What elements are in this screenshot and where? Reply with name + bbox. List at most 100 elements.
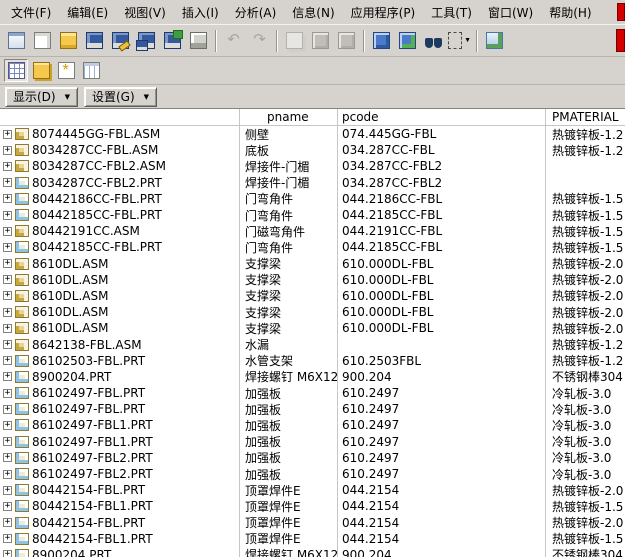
pmaterial-cell: 热镀锌板-2.0 (545, 271, 625, 288)
pname-cell: 门弯角件 (245, 208, 294, 223)
menu-edit[interactable]: 编辑(E) (59, 1, 116, 24)
favorites-button[interactable] (54, 59, 78, 82)
repaint-button[interactable] (482, 28, 507, 53)
model-tree-row[interactable]: +80442154-FBL.PRT 顶罩焊件E 044.2154 热镀锌板-2.0 (0, 482, 625, 499)
model-tree-row[interactable]: +80442186CC-FBL.PRT 门弯角件 044.2186CC-FBL 热镀锌… (0, 190, 625, 207)
expand-plus-icon[interactable]: + (3, 453, 12, 463)
pmaterial-cell: 不锈钢棒304 (545, 546, 625, 557)
expand-plus-icon[interactable]: + (3, 340, 12, 350)
expand-plus-icon[interactable]: + (3, 404, 12, 414)
menu-analysis[interactable]: 分析(A) (227, 1, 285, 24)
expand-plus-icon[interactable]: + (3, 372, 12, 382)
model-tree-row[interactable]: +80442185CC-FBL.PRT 门弯角件 044.2185CC-FBL 热镀锌… (0, 206, 625, 224)
menu-applications[interactable]: 应用程序(P) (343, 1, 424, 24)
model-tree-row[interactable]: +80442185CC-FBL.PRT 门弯角件 044.2185CC-FBL 热镀锌… (0, 239, 625, 256)
expand-plus-icon[interactable]: + (3, 420, 12, 430)
model-tree-row[interactable]: +86102497-FBL1.PRT 加强板 610.2497 冷轧板-3.0 (0, 417, 625, 434)
model-tree-row[interactable]: +80442154-FBL1.PRT 顶罩焊件E 044.2154 热镀锌板-1.5 (0, 498, 625, 515)
model-tree-row[interactable]: +8610DL.ASM 支撑梁 610.000DL-FBL 热镀锌板-2.0 (0, 320, 625, 337)
backup-button[interactable] (134, 28, 159, 53)
new-file-button[interactable] (30, 28, 55, 53)
pname-cell: 加强板 (245, 435, 282, 450)
expand-plus-icon[interactable]: + (3, 145, 12, 155)
redo-button[interactable]: ↷ (247, 28, 272, 53)
model-tree-row[interactable]: +86102497-FBL1.PRT 加强板 610.2497 冷轧板-3.0 (0, 433, 625, 450)
model-tree-row[interactable]: +8900204.PRT 焊接螺钉 M6X12 900.204 不锈钢棒304 (0, 368, 625, 385)
model-tree-row[interactable]: +8074445GG-FBL.ASM 侧壁 074.445GG-FBL 热镀锌板-1.… (0, 126, 625, 143)
expand-plus-icon[interactable]: + (3, 291, 12, 301)
menu-insert[interactable]: 插入(I) (174, 1, 227, 24)
expand-plus-icon[interactable]: + (3, 437, 12, 447)
model-tree-row[interactable]: +86102497-FBL.PRT 加强板 610.2497 冷轧板-3.0 (0, 401, 625, 418)
print-button[interactable] (186, 28, 211, 53)
expand-plus-icon[interactable]: + (3, 129, 12, 139)
model-tree-row[interactable]: +86102503-FBL.PRT 水管支架 610.2503FBL 热镀锌板-1.2 (0, 352, 625, 369)
expand-plus-icon[interactable]: + (3, 226, 12, 236)
model-tree-row[interactable]: +8610DL.ASM 支撑梁 610.000DL-FBL 热镀锌板-2.0 (0, 287, 625, 305)
show-dropdown-button[interactable]: 显示(D) ▼ (5, 86, 78, 107)
model-tree-row[interactable]: +8034287CC-FBL.ASM 底板 034.287CC-FBL 热镀锌板-1.… (0, 142, 625, 159)
save-as-button[interactable] (108, 28, 133, 53)
expand-plus-icon[interactable]: + (3, 550, 12, 557)
column-header-pcode[interactable]: pcode (337, 109, 545, 125)
expand-plus-icon[interactable]: + (3, 534, 12, 544)
model-tree-row[interactable]: +8610DL.ASM 支撑梁 610.000DL-FBL 热镀锌板-2.0 (0, 255, 625, 272)
model-tree-row[interactable]: +80442191CC.ASM 门磁弯角件 044.2191CC-FBL 热镀锌板-1… (0, 223, 625, 240)
model-tree-row[interactable]: +8610DL.ASM 支撑梁 610.000DL-FBL 热镀锌板-2.0 (0, 271, 625, 288)
model-tree-row[interactable]: +86102497-FBL2.PRT 加强板 610.2497 冷轧板-3.0 (0, 465, 625, 483)
expand-plus-icon[interactable]: + (3, 388, 12, 398)
column-header-pmaterial[interactable]: PMATERIAL (545, 109, 625, 125)
model-tree-row[interactable]: +8610DL.ASM 支撑梁 610.000DL-FBL 热镀锌板-2.0 (0, 304, 625, 321)
expand-plus-icon[interactable]: + (3, 242, 12, 252)
layer-columns-button[interactable] (79, 59, 103, 82)
model-tree-row[interactable]: +86102497-FBL2.PRT 加强板 610.2497 冷轧板-3.0 (0, 449, 625, 466)
model-tree-row[interactable]: +8034287CC-FBL2.PRT 焊接件-门楣 034.287CC-FBL2 (0, 174, 625, 191)
clipped-red-icon-menubar[interactable] (617, 3, 625, 21)
copy-button[interactable] (282, 28, 307, 53)
model-tree-row[interactable]: +8642138-FBL.ASM 水漏 热镀锌板-1.2 (0, 336, 625, 353)
expand-plus-icon[interactable]: + (3, 485, 12, 495)
menu-view[interactable]: 视图(V) (116, 1, 174, 24)
expand-plus-icon[interactable]: + (3, 178, 12, 188)
save-copy-button[interactable] (160, 28, 185, 53)
model-tree-row[interactable]: +8034287CC-FBL2.ASM 焊接件-门楣 034.287CC-FBL2 (0, 158, 625, 175)
model-tree-row[interactable]: +86102497-FBL.PRT 加强板 610.2497 冷轧板-3.0 (0, 385, 625, 402)
expand-plus-icon[interactable]: + (3, 323, 12, 333)
expand-plus-icon[interactable]: + (3, 518, 12, 528)
menu-info[interactable]: 信息(N) (284, 1, 342, 24)
undo-button[interactable]: ↶ (221, 28, 246, 53)
menu-tools[interactable]: 工具(T) (423, 1, 480, 24)
model-tree-toggle-button[interactable] (4, 59, 28, 82)
expand-plus-icon[interactable]: + (3, 194, 12, 204)
settings-dropdown-button[interactable]: 设置(G) ▼ (84, 86, 158, 107)
expand-plus-icon[interactable]: + (3, 259, 12, 269)
folder-browser-button[interactable] (29, 59, 53, 82)
save-copy-icon (164, 30, 183, 49)
paste-button[interactable] (308, 28, 333, 53)
expand-plus-icon[interactable]: + (3, 307, 12, 317)
tree-item-label: 8610DL.ASM (32, 256, 109, 271)
expand-plus-icon[interactable]: + (3, 210, 12, 220)
column-header-pname[interactable]: pname (240, 109, 337, 125)
regenerate-button[interactable] (369, 28, 394, 53)
new-object-button[interactable] (4, 28, 29, 53)
select-filter-button[interactable]: ▼ (447, 28, 472, 53)
clipped-red-icon-toolbar[interactable] (616, 29, 625, 52)
menu-help[interactable]: 帮助(H) (541, 1, 599, 24)
open-button[interactable] (56, 28, 81, 53)
expand-plus-icon[interactable]: + (3, 356, 12, 366)
model-tree-row[interactable]: +8900204.PRT 焊接螺钉 M6X12 900.204 不锈钢棒304 (0, 546, 625, 557)
find-button[interactable] (421, 28, 446, 53)
expand-plus-icon[interactable]: + (3, 275, 12, 285)
model-tree-row[interactable]: +80442154-FBL.PRT 顶罩焊件E 044.2154 热镀锌板-2.0 (0, 514, 625, 531)
copy-icon (286, 32, 303, 49)
menu-file[interactable]: 文件(F) (3, 1, 59, 24)
save-button[interactable] (82, 28, 107, 53)
custom-regenerate-button[interactable] (395, 28, 420, 53)
expand-plus-icon[interactable]: + (3, 501, 12, 511)
paste-special-button[interactable] (334, 28, 359, 53)
menu-window[interactable]: 窗口(W) (480, 1, 541, 24)
expand-plus-icon[interactable]: + (3, 161, 12, 171)
expand-plus-icon[interactable]: + (3, 469, 12, 479)
model-tree-row[interactable]: +80442154-FBL1.PRT 顶罩焊件E 044.2154 热镀锌板-1.5 (0, 530, 625, 547)
